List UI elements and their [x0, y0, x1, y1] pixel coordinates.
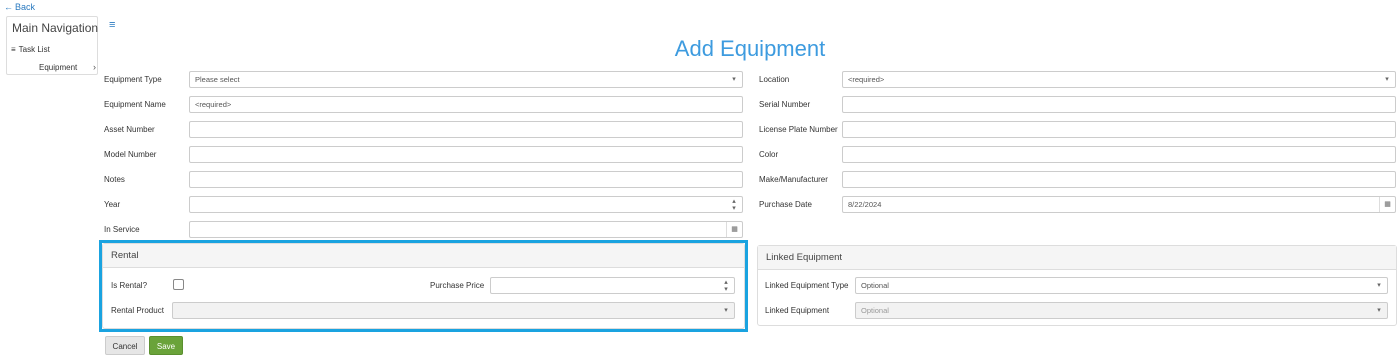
- equipment-type-select[interactable]: Please select ▾: [189, 71, 743, 88]
- menu-toggle-icon[interactable]: ≡: [109, 19, 115, 31]
- purchase-date-value: 8/22/2024: [848, 200, 882, 209]
- purchase-date-label: Purchase Date: [759, 200, 812, 209]
- equipment-name-label: Equipment Name: [104, 100, 166, 109]
- serial-number-input[interactable]: [842, 96, 1396, 113]
- notes-label: Notes: [104, 175, 125, 184]
- linked-equipment-panel-title: Linked Equipment: [758, 246, 1396, 270]
- nav-title: Main Navigation: [12, 21, 99, 35]
- purchase-price-label: Purchase Price: [430, 281, 485, 290]
- calendar-icon[interactable]: ▦: [1379, 197, 1395, 212]
- color-input[interactable]: [842, 146, 1396, 163]
- arrow-left-icon: ←: [4, 2, 13, 12]
- is-rental-label: Is Rental?: [111, 281, 148, 290]
- equipment-type-label: Equipment Type: [104, 75, 162, 84]
- spinner-arrows-icon[interactable]: ▴ ▾: [718, 278, 734, 293]
- cancel-button[interactable]: Cancel: [105, 336, 145, 355]
- model-number-input[interactable]: [189, 146, 743, 163]
- rental-product-select[interactable]: ▾: [172, 302, 735, 319]
- purchase-date-input[interactable]: 8/22/2024 ▦: [842, 196, 1396, 213]
- linked-equipment-type-label: Linked Equipment Type: [765, 281, 849, 290]
- equipment-name-value: <required>: [195, 100, 232, 109]
- serial-number-label: Serial Number: [759, 100, 811, 109]
- purchase-price-input[interactable]: ▴ ▾: [490, 277, 735, 294]
- make-manufacturer-input[interactable]: [842, 171, 1396, 188]
- page-title: Add Equipment: [674, 36, 826, 61]
- notes-input[interactable]: [189, 171, 743, 188]
- in-service-label: In Service: [104, 225, 140, 234]
- rental-product-label: Rental Product: [111, 306, 164, 315]
- location-label: Location: [759, 75, 790, 84]
- chevron-down-icon: ▾: [724, 307, 728, 314]
- chevron-right-icon: ›: [93, 62, 96, 72]
- license-plate-label: License Plate Number: [759, 125, 838, 134]
- asset-number-label: Asset Number: [104, 125, 155, 134]
- equipment-type-value: Please select: [195, 75, 240, 84]
- is-rental-checkbox[interactable]: [173, 279, 184, 290]
- linked-equipment-select[interactable]: Optional ▾: [855, 302, 1388, 319]
- location-select[interactable]: <required> ▾: [842, 71, 1396, 88]
- back-link[interactable]: ← Back: [4, 2, 35, 12]
- nav-item-equipment[interactable]: Equipment: [39, 63, 77, 72]
- chevron-down-icon: ▾: [1377, 282, 1381, 289]
- asset-number-input[interactable]: [189, 121, 743, 138]
- chevron-down-icon: ▾: [1377, 307, 1381, 314]
- linked-equipment-type-select[interactable]: Optional ▾: [855, 277, 1388, 294]
- back-label: Back: [15, 2, 36, 12]
- color-label: Color: [759, 150, 779, 159]
- chevron-down-icon: ▾: [1385, 76, 1389, 83]
- equipment-name-input[interactable]: <required>: [189, 96, 743, 113]
- year-spinner[interactable]: ▴ ▾: [189, 196, 743, 213]
- spinner-arrows-icon[interactable]: ▴ ▾: [726, 197, 742, 212]
- save-button[interactable]: Save: [149, 336, 183, 355]
- linked-equipment-type-value: Optional: [861, 281, 889, 290]
- year-label: Year: [104, 200, 121, 209]
- linked-equipment-label: Linked Equipment: [765, 306, 830, 315]
- location-value: <required>: [848, 75, 885, 84]
- in-service-date-input[interactable]: ▦: [189, 221, 743, 238]
- make-manufacturer-label: Make/Manufacturer: [759, 175, 828, 184]
- chevron-down-icon: ▾: [732, 76, 736, 83]
- linked-equipment-value: Optional: [861, 306, 889, 315]
- license-plate-input[interactable]: [842, 121, 1396, 138]
- calendar-icon[interactable]: ▦: [726, 222, 742, 237]
- model-number-label: Model Number: [104, 150, 157, 159]
